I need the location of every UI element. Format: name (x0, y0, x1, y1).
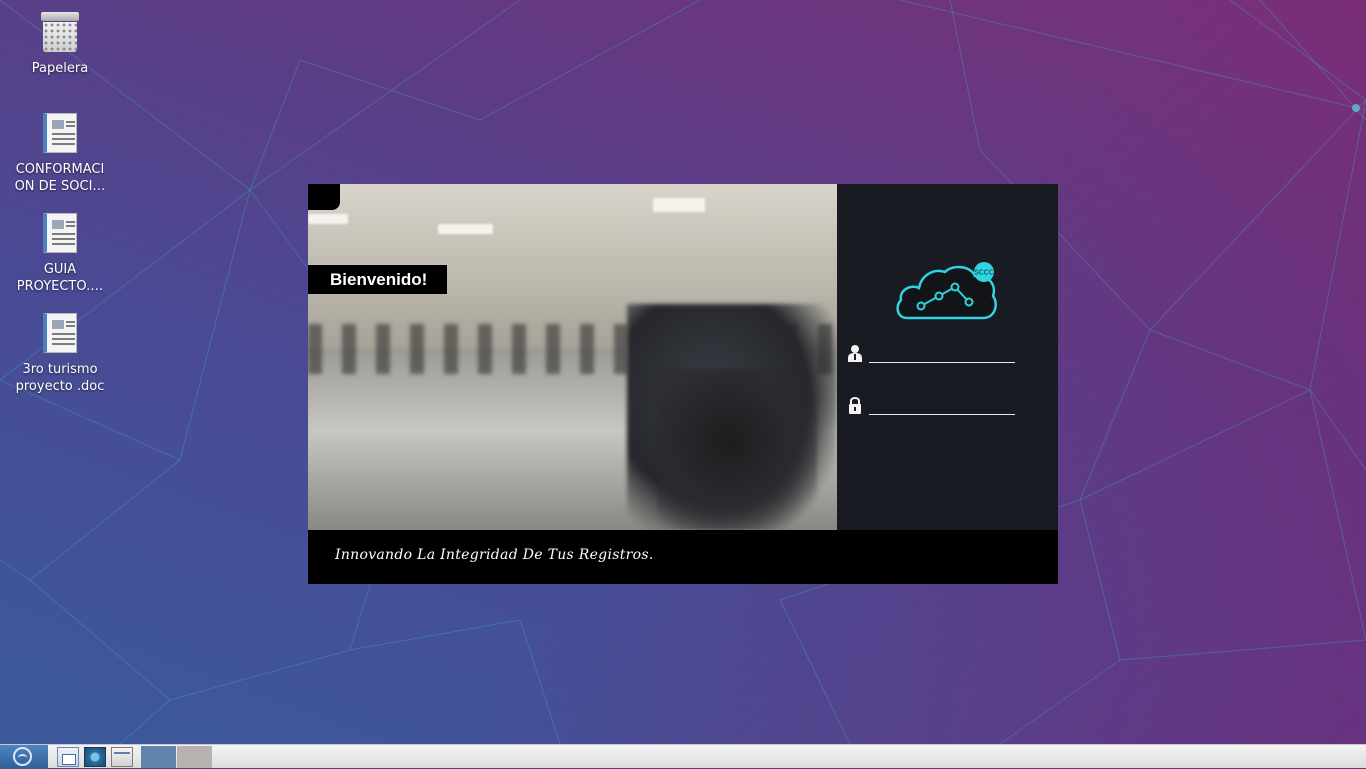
document-icon (40, 113, 80, 155)
lock-icon (849, 397, 861, 414)
desktop-icon-conformacion[interactable]: CONFORMACI ON DE SOCI… (5, 113, 115, 195)
password-input[interactable] (869, 396, 1015, 415)
user-icon (848, 345, 862, 362)
desktop-icon-label: GUIA PROYECTO.… (16, 262, 104, 294)
trash-icon (40, 12, 80, 54)
password-row (848, 396, 1023, 416)
start-menu-icon (13, 747, 32, 766)
taskbar-window-item[interactable] (177, 746, 212, 768)
username-row (848, 344, 1023, 364)
desktop-icon-guia-proyecto[interactable]: GUIA PROYECTO.… (5, 213, 115, 295)
login-footer: Innovando La Integridad De Tus Registros… (308, 530, 1058, 584)
web-browser-icon[interactable] (84, 747, 106, 767)
desktop-icon-label: CONFORMACI ON DE SOCI… (14, 162, 106, 194)
document-icon (40, 213, 80, 255)
window-corner (308, 184, 340, 210)
cloud-logo-icon: SCCC (896, 262, 997, 320)
classroom-photo (308, 184, 837, 530)
logo-badge: SCCC (974, 270, 994, 277)
desktop-icon-label: Papelera (31, 61, 89, 76)
login-panel: SCCC (837, 184, 1058, 530)
slogan-text: Innovando La Integridad De Tus Registros… (335, 547, 654, 563)
desktop-icon-3ro-turismo[interactable]: 3ro turismo proyecto .doc (5, 313, 115, 395)
welcome-banner: Bienvenido! (308, 265, 447, 294)
username-input[interactable] (869, 344, 1015, 363)
taskbar-window-item[interactable] (141, 746, 176, 768)
window-icon[interactable] (111, 747, 133, 767)
desktop-icon-label: 3ro turismo proyecto .doc (15, 362, 105, 394)
start-menu-button[interactable] (0, 745, 48, 769)
login-window: Bienvenido! SCCC Innovando La Integridad… (308, 184, 1058, 584)
taskbar (0, 744, 1366, 769)
document-icon (40, 313, 80, 355)
file-manager-icon[interactable] (57, 747, 79, 767)
desktop-icon-papelera[interactable]: Papelera (5, 12, 115, 77)
